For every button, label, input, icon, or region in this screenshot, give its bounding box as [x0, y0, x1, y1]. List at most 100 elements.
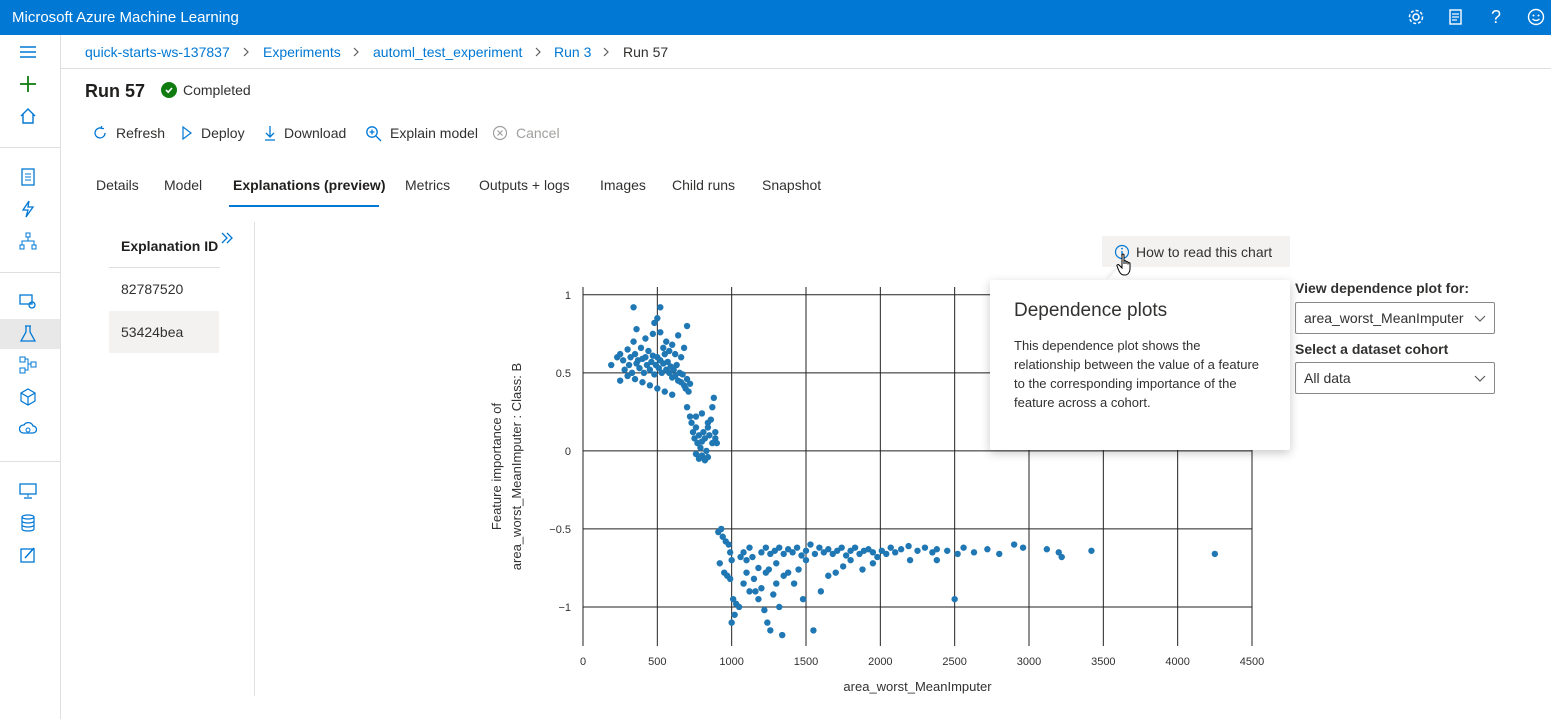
tab-details[interactable]: Details	[96, 177, 139, 193]
cancel-icon	[492, 125, 508, 141]
data-point	[718, 525, 725, 533]
data-point	[897, 546, 905, 553]
datastores-icon[interactable]	[17, 512, 39, 534]
x-tick-label: 2000	[868, 656, 892, 668]
data-point	[799, 595, 807, 603]
data-point	[651, 371, 658, 378]
feature-dropdown[interactable]: area_worst_MeanImputer	[1295, 302, 1495, 334]
data-point	[802, 556, 810, 564]
data-point	[654, 315, 661, 322]
data-labeling-icon[interactable]	[17, 544, 39, 566]
data-point	[683, 403, 691, 411]
tab-child-runs[interactable]: Child runs	[672, 177, 735, 193]
tab-images[interactable]: Images	[600, 177, 646, 193]
data-point	[780, 572, 787, 579]
chevron-right-icon	[353, 47, 359, 57]
explanation-row[interactable]: 53424bea	[109, 311, 219, 353]
data-point	[996, 550, 1003, 558]
y-axis-label: area_worst_MeanImputer : Class: B	[509, 363, 524, 570]
notebook-icon[interactable]	[17, 166, 39, 188]
y-tick-label: −0.5	[549, 524, 571, 536]
x-tick-label: 500	[648, 656, 666, 668]
cohort-dropdown[interactable]: All data	[1295, 362, 1495, 394]
data-point	[750, 575, 758, 583]
tab-outputs-logs[interactable]: Outputs + logs	[479, 177, 570, 193]
x-tick-label: 3500	[1091, 656, 1115, 668]
experiments-icon[interactable]	[17, 323, 39, 345]
data-point	[710, 394, 718, 402]
refresh-button[interactable]: Refresh	[92, 123, 165, 143]
data-point	[709, 403, 716, 411]
data-point	[859, 566, 866, 573]
explain-model-button[interactable]: Explain model	[365, 123, 478, 143]
feedback-list-icon[interactable]	[1445, 6, 1467, 28]
explanation-row[interactable]: 82787520	[109, 268, 219, 310]
data-point	[842, 552, 850, 559]
data-point	[625, 361, 633, 369]
tab-explanations[interactable]: Explanations (preview)	[233, 177, 385, 193]
data-point	[869, 549, 877, 556]
smiley-icon[interactable]	[1525, 6, 1547, 28]
download-button[interactable]: Download	[264, 123, 346, 143]
chevron-right-icon	[535, 47, 541, 57]
data-point	[807, 541, 814, 548]
data-point	[731, 611, 738, 618]
data-point	[776, 544, 783, 551]
cohort-select-label: Select a dataset cohort	[1295, 341, 1449, 357]
breadcrumb: quick-starts-ws-137837 Experiments autom…	[61, 35, 1551, 69]
data-point	[758, 585, 765, 592]
data-point	[914, 547, 921, 554]
data-point	[740, 580, 747, 587]
data-point	[1043, 546, 1051, 553]
data-point	[700, 428, 707, 436]
data-point	[761, 606, 768, 614]
tab-snapshot[interactable]: Snapshot	[762, 177, 821, 193]
data-point	[677, 354, 685, 361]
double-chevron-right-icon[interactable]	[218, 229, 236, 247]
cohort-dropdown-value: All data	[1304, 370, 1351, 386]
data-point	[933, 546, 941, 553]
compute-icon[interactable]	[17, 480, 39, 502]
endpoints-icon[interactable]	[17, 418, 39, 440]
designer-icon[interactable]	[17, 230, 39, 252]
data-point	[661, 388, 668, 395]
data-point	[630, 338, 637, 345]
cancel-button[interactable]: Cancel	[492, 123, 560, 143]
home-icon[interactable]	[17, 105, 39, 127]
download-label: Download	[284, 125, 347, 141]
help-icon[interactable]: ?	[1485, 6, 1507, 28]
x-tick-label: 3000	[1017, 656, 1041, 668]
breadcrumb-experiment[interactable]: automl_test_experiment	[373, 44, 522, 60]
data-point	[838, 544, 845, 551]
hamburger-icon[interactable]	[17, 41, 39, 63]
deploy-button[interactable]: Deploy	[181, 123, 245, 143]
data-point	[790, 580, 798, 587]
data-point	[906, 556, 914, 564]
refresh-icon	[94, 126, 106, 139]
data-point	[905, 542, 912, 550]
automl-icon[interactable]	[17, 198, 39, 220]
breadcrumb-experiments[interactable]: Experiments	[263, 44, 341, 60]
plus-icon[interactable]	[17, 73, 39, 95]
data-point	[631, 350, 639, 358]
data-point	[669, 391, 676, 398]
callout-title: Dependence plots	[1014, 300, 1168, 321]
tab-model[interactable]: Model	[164, 177, 202, 193]
data-point	[810, 627, 817, 634]
gear-icon[interactable]	[1405, 6, 1427, 28]
datasets-icon[interactable]	[17, 290, 39, 312]
data-point	[698, 410, 706, 417]
how-to-read-label: How to read this chart	[1136, 243, 1273, 260]
data-point	[839, 563, 847, 570]
breadcrumb-workspace[interactable]: quick-starts-ws-137837	[85, 44, 230, 60]
models-icon[interactable]	[17, 386, 39, 408]
tab-metrics[interactable]: Metrics	[405, 177, 450, 193]
data-point	[660, 344, 667, 352]
data-point	[746, 588, 753, 595]
data-point	[773, 580, 780, 587]
page-title: Run 57	[85, 81, 146, 101]
breadcrumb-parent-run[interactable]: Run 3	[554, 44, 591, 60]
data-point	[657, 329, 664, 336]
pipelines-icon[interactable]	[17, 354, 39, 376]
data-point	[762, 569, 770, 576]
